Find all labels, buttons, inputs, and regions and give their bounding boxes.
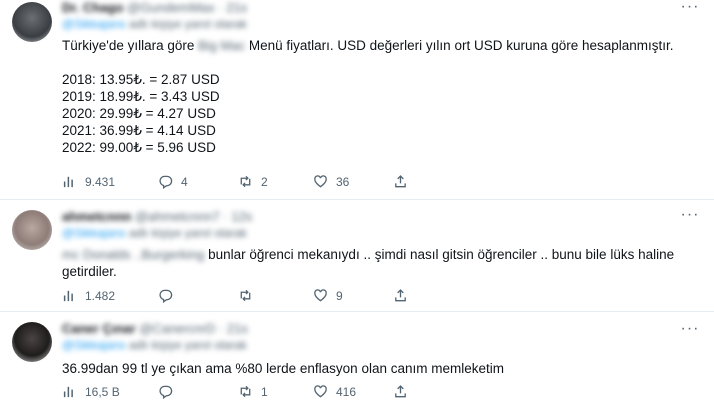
replying-to-suffix: adlı kişiye yanıt olarak xyxy=(125,17,247,31)
like-icon xyxy=(314,289,327,302)
retweet-count: 2 xyxy=(261,174,268,189)
tweet-text: Türkiye'de yıllara göre Big Mac Menü fiy… xyxy=(62,37,702,54)
like-icon xyxy=(314,175,327,188)
handle-and-time[interactable]: @CanercnrD · 21s xyxy=(139,321,248,336)
replying-to: @Sikkajans adlı kişiye yanıt olarak xyxy=(62,226,247,240)
reply-count: 4 xyxy=(181,174,188,189)
views-count: 9.431 xyxy=(85,174,116,189)
tweet-actions: 16,5 B 1 416 xyxy=(62,384,702,399)
views-button[interactable]: 1.482 xyxy=(62,288,158,303)
retweet-icon xyxy=(240,385,251,398)
tweet-text-part: 36.99dan 99 tl ye çıkan ama %80 lerde en… xyxy=(62,361,504,376)
like-button[interactable]: 416 xyxy=(313,384,393,399)
like-icon xyxy=(314,385,327,398)
like-count: 36 xyxy=(336,174,350,189)
share-button[interactable] xyxy=(393,288,416,303)
price-line: 2019: 18.99₺. = 3.43 USD xyxy=(62,89,220,104)
tweet-text-blurred: Burgerking xyxy=(141,247,205,262)
tweet-header: ahmetcnnn @ahmetcnnn7 · 12s xyxy=(62,209,702,224)
share-button[interactable] xyxy=(393,174,416,189)
tweet-2[interactable]: ··· ahmetcnnn @ahmetcnnn7 · 12s @Sikkaja… xyxy=(0,200,714,312)
reply-icon xyxy=(159,289,173,303)
tweet-actions: 9.431 4 2 36 xyxy=(62,174,702,189)
price-line: 2018: 13.95₺. = 2.87 USD xyxy=(62,72,220,87)
tweet-text-blurred: Big Mac xyxy=(198,38,246,53)
price-line: 2022: 99.00₺ = 5.96 USD xyxy=(62,140,216,155)
tweet-header: Caner Çınar @CanercnrD · 21s xyxy=(62,321,702,336)
views-button[interactable]: 16,5 B xyxy=(62,384,158,399)
share-icon xyxy=(395,289,406,302)
reply-button[interactable]: 4 xyxy=(158,174,238,189)
tweet-feed: ··· Dr. Chago @GundemMax · 21s @Sikkajan… xyxy=(0,0,714,402)
tweet-text-blurred: mc Donalds .. xyxy=(62,247,142,262)
like-count: 9 xyxy=(336,288,343,303)
replying-to-prefix: @ xyxy=(62,17,75,31)
tweet-1[interactable]: ··· Dr. Chago @GundemMax · 21s @Sikkajan… xyxy=(0,0,714,200)
replying-to: @Sikkajans adlı kişiye yanıt olarak xyxy=(62,338,247,352)
replying-to-prefix: @ xyxy=(62,338,75,352)
reply-icon xyxy=(159,385,173,399)
views-icon xyxy=(63,176,73,188)
tweet-text: mc Donalds .. Burgerking bunlar öğrenci … xyxy=(62,246,702,280)
avatar[interactable] xyxy=(12,322,52,362)
replying-to-handle[interactable]: Sikkajans xyxy=(74,338,125,352)
retweet-icon xyxy=(240,289,251,302)
tweet-text: 36.99dan 99 tl ye çıkan ama %80 lerde en… xyxy=(62,360,702,377)
handle-and-time[interactable]: @ahmetcnnn7 · 12s xyxy=(135,209,252,224)
views-count: 16,5 B xyxy=(85,384,120,399)
views-count: 1.482 xyxy=(85,288,116,303)
views-icon xyxy=(63,386,73,398)
reply-button[interactable] xyxy=(158,288,238,303)
tweet-header: Dr. Chago @GundemMax · 21s xyxy=(62,0,702,15)
like-count: 416 xyxy=(336,384,357,399)
price-list: 2018: 13.95₺. = 2.87 USD 2019: 18.99₺. =… xyxy=(62,71,702,156)
reply-icon xyxy=(159,175,173,189)
share-button[interactable] xyxy=(393,384,416,399)
views-icon xyxy=(63,290,73,302)
tweet-text-part: Menü fiyatları. USD değerleri yılın ort … xyxy=(245,38,674,53)
like-button[interactable]: 36 xyxy=(313,174,393,189)
replying-to-suffix: adlı kişiye yanıt olarak xyxy=(125,338,247,352)
tweet-3[interactable]: ··· Caner Çınar @CanercnrD · 21s @Sikkaj… xyxy=(0,312,714,402)
handle-and-time[interactable]: @GundemMax · 21s xyxy=(127,0,247,15)
display-name[interactable]: Caner Çınar xyxy=(62,321,136,336)
tweet-actions: 1.482 9 xyxy=(62,288,702,303)
retweet-button[interactable] xyxy=(238,288,313,303)
reply-button[interactable] xyxy=(158,384,238,399)
retweet-button[interactable]: 2 xyxy=(238,174,313,189)
avatar[interactable] xyxy=(12,210,52,250)
replying-to-suffix: adlı kişiye yanıt olarak xyxy=(125,226,247,240)
like-button[interactable]: 9 xyxy=(313,288,393,303)
share-icon xyxy=(395,385,406,398)
retweet-count: 1 xyxy=(261,384,268,399)
display-name[interactable]: Dr. Chago xyxy=(62,0,123,15)
retweet-icon xyxy=(240,175,251,188)
display-name[interactable]: ahmetcnnn xyxy=(62,209,131,224)
replying-to-prefix: @ xyxy=(62,226,75,240)
price-line: 2021: 36.99₺ = 4.14 USD xyxy=(62,123,216,138)
price-line: 2020: 29.99₺ = 4.27 USD xyxy=(62,106,216,121)
replying-to: @Sikkajans adlı kişiye yanıt olarak xyxy=(62,17,247,31)
replying-to-handle[interactable]: Sikkajans xyxy=(74,17,125,31)
share-icon xyxy=(395,175,406,188)
tweet-text-part: Türkiye'de yıllara göre xyxy=(62,38,199,53)
avatar[interactable] xyxy=(12,2,52,42)
retweet-button[interactable]: 1 xyxy=(238,384,313,399)
views-button[interactable]: 9.431 xyxy=(62,174,158,189)
replying-to-handle[interactable]: Sikkajans xyxy=(74,226,125,240)
